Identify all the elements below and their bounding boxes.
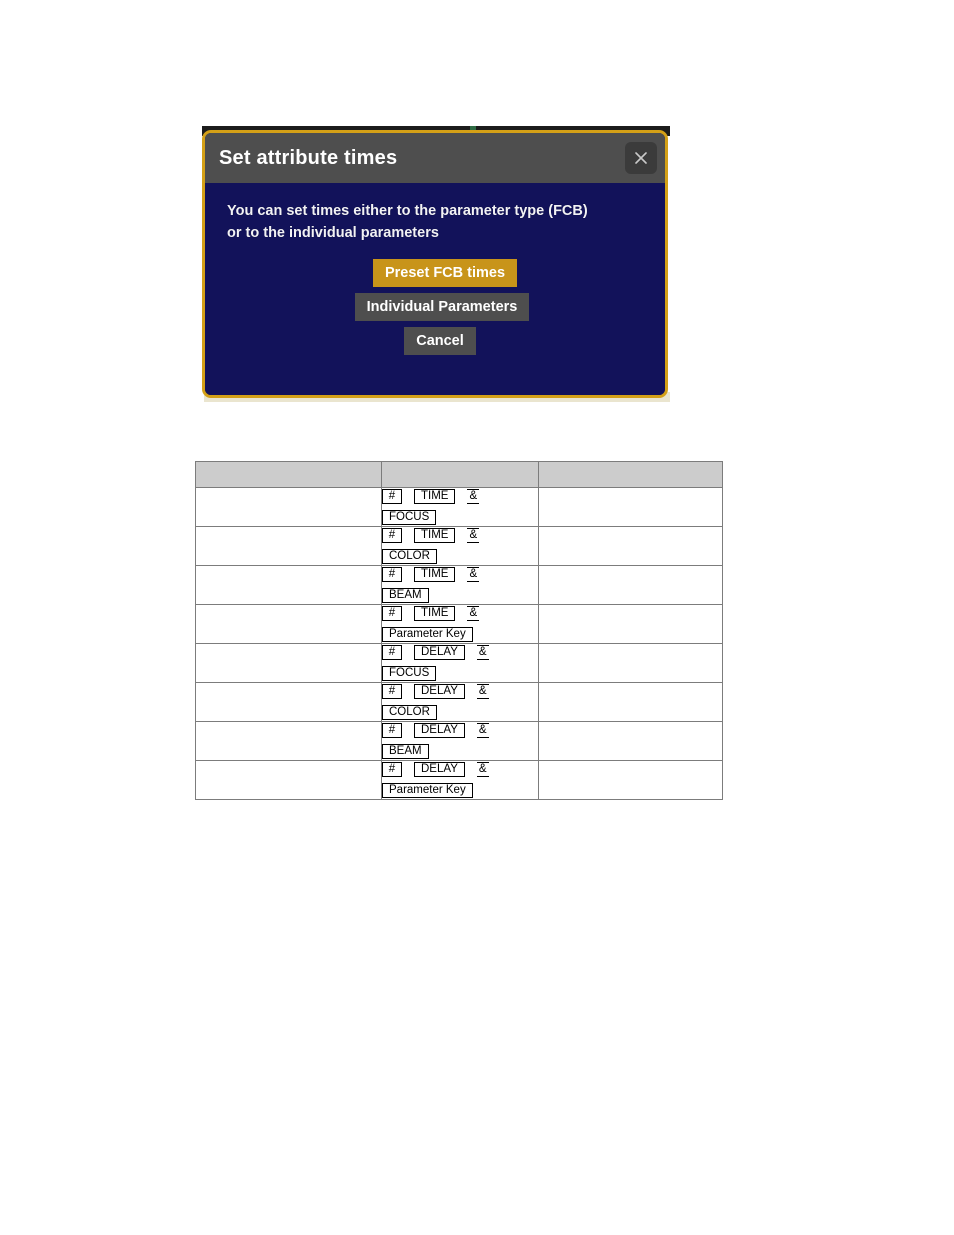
- key-separator-ampersand: &: [476, 723, 489, 738]
- column-header-description: [195, 461, 382, 488]
- cell-notes: [538, 721, 723, 761]
- cell-notes: [538, 760, 723, 800]
- table-row: # TIME & COLOR: [195, 526, 723, 566]
- cell-notes: [538, 487, 723, 527]
- key-line-primary: # DELAY &: [382, 761, 538, 778]
- key-line-secondary: Parameter Key: [382, 782, 538, 799]
- cell-description: [195, 565, 382, 605]
- key-cap: DELAY: [414, 645, 465, 660]
- table-header-row: [195, 461, 723, 488]
- cell-key-combination: # DELAY & Parameter Key: [381, 760, 539, 800]
- key-separator-ampersand: &: [467, 528, 480, 543]
- cell-description: [195, 526, 382, 566]
- key-line-primary: # DELAY &: [382, 683, 538, 700]
- cell-notes: [538, 643, 723, 683]
- key-line-primary: # DELAY &: [382, 722, 538, 739]
- key-separator-ampersand: &: [467, 606, 480, 621]
- key-cap: TIME: [414, 606, 456, 621]
- key-cap: #: [382, 762, 402, 777]
- cell-key-combination: # DELAY & FOCUS: [381, 643, 539, 683]
- table-row: # DELAY & Parameter Key: [195, 760, 723, 800]
- cancel-button[interactable]: Cancel: [404, 326, 476, 355]
- cell-key-combination: # TIME & FOCUS: [381, 487, 539, 527]
- key-line-secondary: FOCUS: [382, 509, 538, 526]
- key-line-primary: # TIME &: [382, 527, 538, 544]
- key-cap: DELAY: [414, 723, 465, 738]
- key-cap: COLOR: [382, 705, 437, 720]
- cell-key-combination: # DELAY & COLOR: [381, 682, 539, 722]
- cell-notes: [538, 682, 723, 722]
- dialog-body: You can set times either to the paramete…: [205, 183, 665, 395]
- table-header: [195, 461, 723, 488]
- dialog-title: Set attribute times: [219, 146, 398, 169]
- close-icon[interactable]: [625, 142, 657, 174]
- table-row: # DELAY & COLOR: [195, 682, 723, 722]
- table-row: # TIME & BEAM: [195, 565, 723, 605]
- key-line-secondary: COLOR: [382, 704, 538, 721]
- preset-fcb-times-button[interactable]: Preset FCB times: [372, 258, 518, 287]
- cell-notes: [538, 565, 723, 605]
- cell-key-combination: # DELAY & BEAM: [381, 721, 539, 761]
- cell-description: [195, 643, 382, 683]
- key-cap: TIME: [414, 489, 456, 504]
- key-cap: #: [382, 489, 402, 504]
- key-cap: BEAM: [382, 744, 429, 759]
- cell-description: [195, 682, 382, 722]
- key-line-secondary: BEAM: [382, 587, 538, 604]
- dialog-message: You can set times either to the paramete…: [227, 203, 588, 241]
- key-cap: #: [382, 606, 402, 621]
- key-line-primary: # TIME &: [382, 566, 538, 583]
- key-cap: #: [382, 567, 402, 582]
- key-separator-ampersand: &: [476, 684, 489, 699]
- key-separator-ampersand: &: [467, 567, 480, 582]
- key-cap: FOCUS: [382, 510, 437, 525]
- cell-notes: [538, 604, 723, 644]
- cancel-button-row: Cancel: [227, 326, 643, 355]
- table-row: # DELAY & BEAM: [195, 721, 723, 761]
- key-separator-ampersand: &: [467, 489, 480, 504]
- key-cap: Parameter Key: [382, 627, 473, 642]
- key-cap: BEAM: [382, 588, 429, 603]
- key-line-primary: # TIME &: [382, 605, 538, 622]
- cell-description: [195, 760, 382, 800]
- key-line-secondary: COLOR: [382, 548, 538, 565]
- table-body: # TIME & FOCUS # TIME & COLOR # TIME & BEAM # TIME & Pa…: [195, 487, 723, 800]
- key-line-secondary: FOCUS: [382, 665, 538, 682]
- key-line-secondary: BEAM: [382, 743, 538, 760]
- key-cap: DELAY: [414, 684, 465, 699]
- preset-button-row: Preset FCB times: [227, 258, 643, 287]
- key-cap: COLOR: [382, 549, 437, 564]
- cell-description: [195, 721, 382, 761]
- key-cap: TIME: [414, 528, 456, 543]
- individual-button-row: Individual Parameters: [227, 292, 643, 321]
- key-line-primary: # TIME &: [382, 488, 538, 505]
- column-header-notes: [538, 461, 723, 488]
- cell-key-combination: # TIME & Parameter Key: [381, 604, 539, 644]
- column-header-keys: [381, 461, 539, 488]
- key-cap: TIME: [414, 567, 456, 582]
- key-cap: #: [382, 645, 402, 660]
- table-row: # TIME & Parameter Key: [195, 604, 723, 644]
- key-separator-ampersand: &: [476, 645, 489, 660]
- key-line-primary: # DELAY &: [382, 644, 538, 661]
- cell-key-combination: # TIME & COLOR: [381, 526, 539, 566]
- cell-description: [195, 487, 382, 527]
- key-combination-table: # TIME & FOCUS # TIME & COLOR # TIME & BEAM # TIME & Pa…: [195, 461, 723, 800]
- cell-notes: [538, 526, 723, 566]
- key-separator-ampersand: &: [476, 762, 489, 777]
- key-cap: #: [382, 684, 402, 699]
- key-cap: #: [382, 723, 402, 738]
- set-attribute-times-dialog: Set attribute times You can set times ei…: [202, 130, 668, 398]
- cell-description: [195, 604, 382, 644]
- individual-parameters-button[interactable]: Individual Parameters: [354, 292, 530, 321]
- table-row: # TIME & FOCUS: [195, 487, 723, 527]
- key-line-secondary: Parameter Key: [382, 626, 538, 643]
- table-row: # DELAY & FOCUS: [195, 643, 723, 683]
- cell-key-combination: # TIME & BEAM: [381, 565, 539, 605]
- key-cap: DELAY: [414, 762, 465, 777]
- key-cap: #: [382, 528, 402, 543]
- key-cap: Parameter Key: [382, 783, 473, 798]
- dialog-titlebar: Set attribute times: [205, 133, 665, 183]
- key-cap: FOCUS: [382, 666, 437, 681]
